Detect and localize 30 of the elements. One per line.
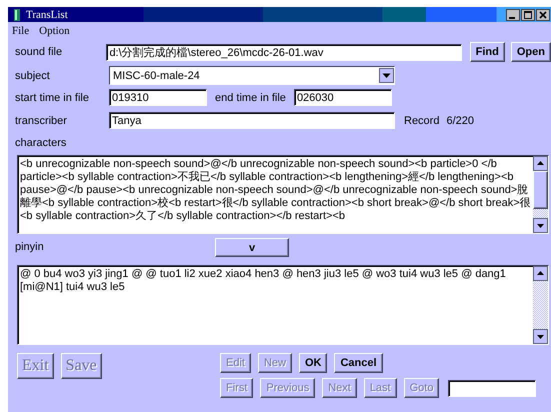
subject-dropdown[interactable]: MISC-60-male-24 xyxy=(109,66,395,85)
sound-file-field[interactable]: d:\分割完成的檔\stereo_26\mcdc-26-01.wav xyxy=(106,44,462,60)
field-label: end time in file xyxy=(215,92,286,104)
end-time-field[interactable]: 026030 xyxy=(294,89,392,106)
menu-item[interactable]: Option xyxy=(39,25,70,37)
menu-item[interactable]: File xyxy=(12,25,30,37)
minimize-icon[interactable] xyxy=(506,8,520,20)
field-label: characters xyxy=(15,137,68,149)
transcriber-field[interactable]: Tanya xyxy=(109,112,395,129)
start-time-field[interactable]: 019310 xyxy=(109,89,207,106)
field-label: transcriber xyxy=(15,114,68,126)
characters-text-area[interactable]: <b unrecognizable non-speech sound>@</b unrecognizable non-speech sound><b particle>0 </b particle><b syllable contraction>不我已</b syllable contraction><b lengthening>經</b lengthening><b pause>@</b pause><b unrecognizable non-speech sound>@</b unrecognizable non-speech sound>脫離學<b syllable contraction>校<b restart>很</b syllable contraction><b short break>@</b short break>很<b syllable contraction>久了</b syllable contraction></b restart><b xyxy=(17,155,549,234)
field-label: start time in file xyxy=(15,92,90,104)
find-button[interactable]: Find xyxy=(470,42,505,62)
field-label: sound file xyxy=(15,46,64,58)
field-label: subject xyxy=(15,70,51,82)
record-count: 6/220 xyxy=(446,114,474,126)
ok-button[interactable]: OK xyxy=(298,353,328,373)
record-label: Record xyxy=(404,114,440,126)
close-icon[interactable] xyxy=(536,8,550,20)
window-title: TransList xyxy=(26,8,69,20)
convert-button[interactable]: v xyxy=(215,238,289,257)
maximize-icon[interactable] xyxy=(521,8,535,20)
app-icon xyxy=(14,8,20,20)
cancel-button[interactable]: Cancel xyxy=(334,353,383,373)
open-button[interactable]: Open xyxy=(510,42,551,62)
pinyin-text-area[interactable]: @ 0 bu4 wo3 yi3 jing1 @ @ tuo1 li2 xue2 xiao4 hen3 @ hen3 jiu3 le5 @ wo3 tui4 wu3 le5 @ dang1 [mi@N1] tui4 wu3 le5 xyxy=(17,265,549,345)
field-label: pinyin xyxy=(15,241,45,253)
scrollbar-thumb[interactable] xyxy=(533,171,548,209)
goto-field[interactable] xyxy=(448,380,536,396)
